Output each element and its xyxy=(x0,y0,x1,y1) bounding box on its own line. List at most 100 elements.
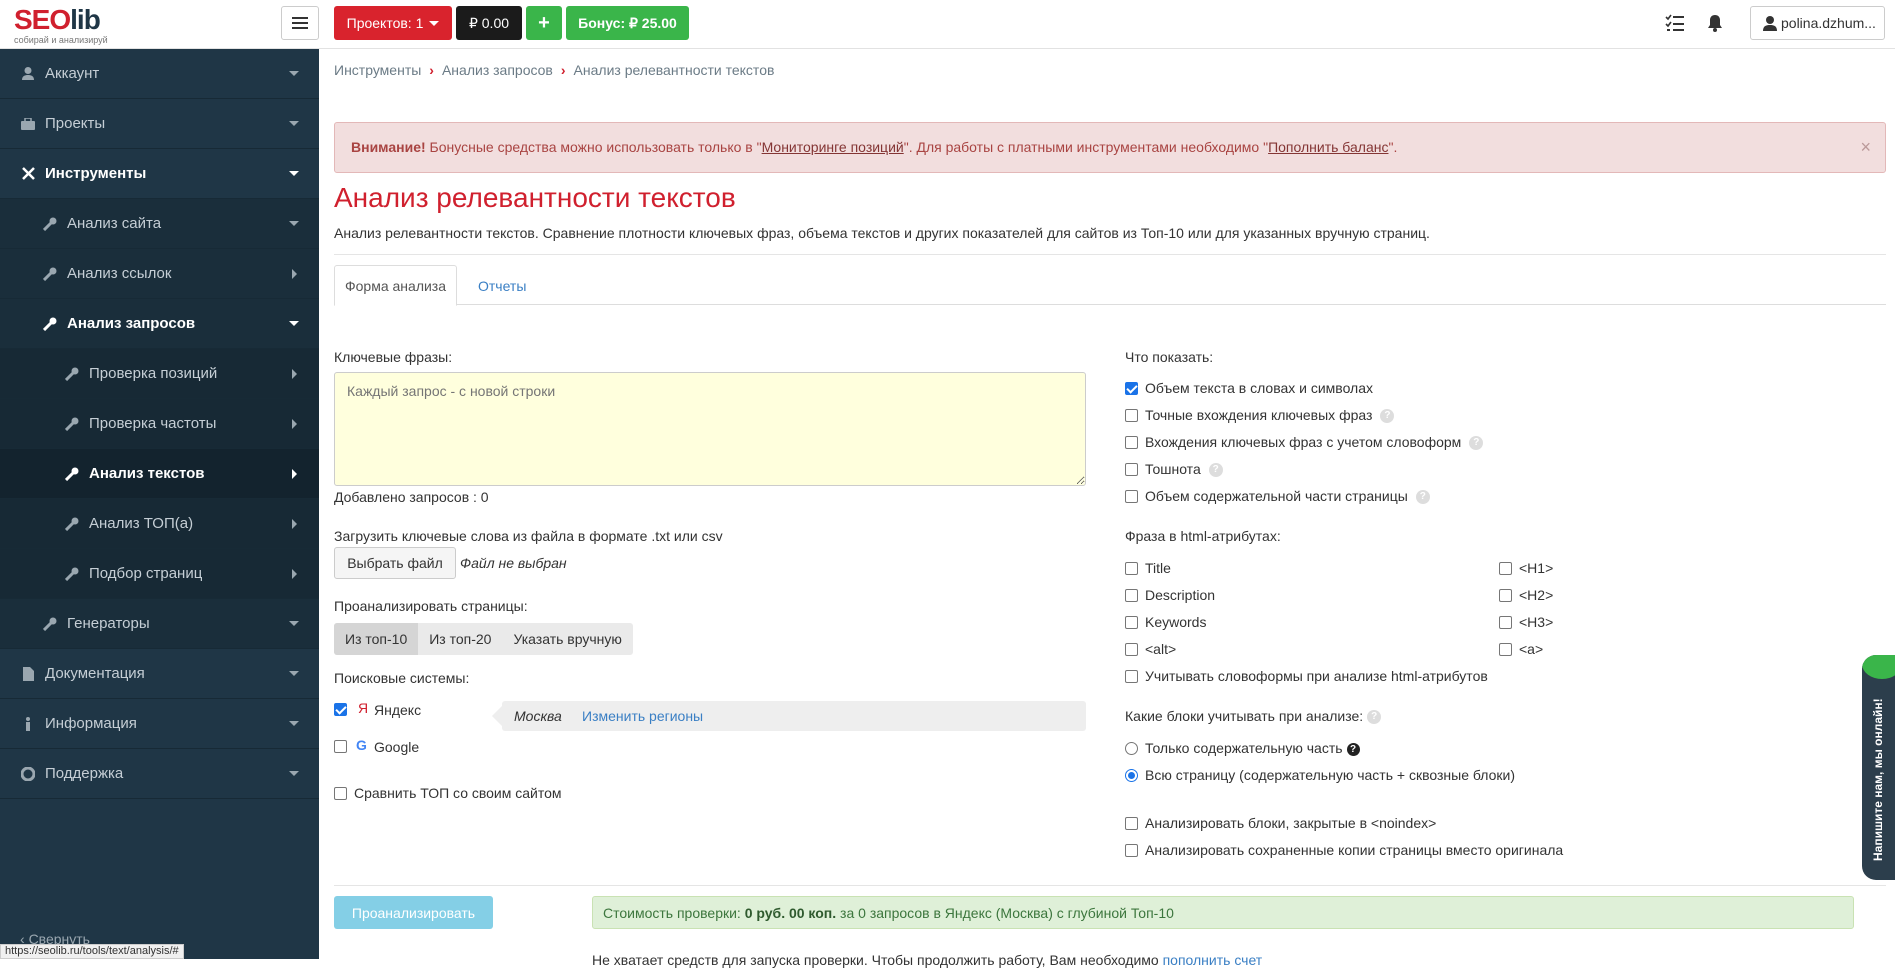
close-icon[interactable]: × xyxy=(1860,137,1871,158)
breadcrumb-query-analysis[interactable]: Анализ запросов xyxy=(442,62,553,78)
option-top-20[interactable]: Из топ-20 xyxy=(418,623,502,655)
chat-widget[interactable]: Напишите нам, мы онлайн! xyxy=(1862,655,1895,880)
content-volume-checkbox[interactable] xyxy=(1125,490,1138,503)
breadcrumb-tools[interactable]: Инструменты xyxy=(334,62,421,78)
help-icon[interactable]: ? xyxy=(1367,710,1382,725)
sidebar-item-documentation[interactable]: Документация xyxy=(0,649,319,699)
top-up-button[interactable]: + xyxy=(526,6,562,40)
compare-top-checkbox[interactable] xyxy=(334,787,347,800)
sidebar-item-frequency-check[interactable]: Проверка частоты xyxy=(0,399,319,449)
description-checkbox[interactable] xyxy=(1125,589,1138,602)
breadcrumb-current: Анализ релевантности текстов xyxy=(573,62,775,78)
alert-text-2: ". Для работы с платными инструментами н… xyxy=(903,139,1269,155)
menu-toggle-button[interactable] xyxy=(281,6,319,40)
sidebar-item-label: Анализ сайта xyxy=(67,215,162,232)
sidebar-item-site-analysis[interactable]: Анализ сайта xyxy=(0,199,319,249)
sidebar-item-generators[interactable]: Генераторы xyxy=(0,599,319,649)
chevron-right-icon xyxy=(292,519,297,529)
sidebar-item-query-analysis[interactable]: Анализ запросов xyxy=(0,299,319,349)
sidebar-item-label: Анализ ТОП(а) xyxy=(89,515,194,532)
tasks-icon[interactable] xyxy=(1664,12,1686,34)
whole-page-radio[interactable] xyxy=(1125,769,1138,782)
bell-icon[interactable] xyxy=(1704,12,1726,34)
sidebar-item-page-selection[interactable]: Подбор страниц xyxy=(0,549,319,599)
help-icon[interactable]: ? xyxy=(1415,490,1430,505)
projects-label: Проектов: 1 xyxy=(346,15,424,31)
insufficient-funds-label: Не хватает средств для запуска проверки.… xyxy=(592,952,1163,968)
chevron-right-icon xyxy=(292,419,297,429)
chevron-down-icon xyxy=(289,221,299,226)
text-volume-checkbox[interactable] xyxy=(1125,382,1138,395)
yandex-label: Яндекс xyxy=(374,702,422,718)
alt-checkbox[interactable] xyxy=(1125,643,1138,656)
top-up-balance-link[interactable]: Пополнить баланс xyxy=(1268,139,1388,155)
logo-slogan: собирай и анализируй xyxy=(14,35,108,45)
projects-dropdown-button[interactable]: Проектов: 1 xyxy=(334,6,452,40)
google-checkbox[interactable] xyxy=(334,740,347,753)
no-file-text: Файл не выбран xyxy=(460,555,567,571)
sidebar-item-text-analysis[interactable]: Анализ текстов xyxy=(0,449,319,499)
wordform-occurrences-checkbox[interactable] xyxy=(1125,436,1138,449)
monitoring-link[interactable]: Мониторинге позиций xyxy=(762,139,904,155)
keywords-checkbox[interactable] xyxy=(1125,616,1138,629)
google-label: Google xyxy=(374,739,420,755)
title-checkbox[interactable] xyxy=(1125,562,1138,575)
bonus-button[interactable]: Бонус: ₽ 25.00 xyxy=(566,6,689,40)
online-indicator xyxy=(1862,655,1895,679)
chevron-down-icon xyxy=(429,20,440,26)
page-description: Анализ релевантности текстов. Сравнение … xyxy=(334,225,1430,241)
tab-analysis-form[interactable]: Форма анализа xyxy=(334,265,458,306)
alert-text-3: ". xyxy=(1388,139,1398,155)
user-icon xyxy=(1763,15,1777,31)
nausea-checkbox[interactable] xyxy=(1125,463,1138,476)
sidebar-item-support[interactable]: Поддержка xyxy=(0,749,319,799)
help-icon[interactable]: ? xyxy=(1208,463,1223,478)
region-city: Москва xyxy=(514,708,562,724)
top-up-account-link[interactable]: пополнить счет xyxy=(1163,952,1263,968)
sidebar-item-label: Проверка позиций xyxy=(89,365,218,382)
cached-copies-checkbox[interactable] xyxy=(1125,844,1138,857)
h2-checkbox[interactable] xyxy=(1499,589,1512,602)
sidebar-item-information[interactable]: Информация xyxy=(0,699,319,749)
tab-reports[interactable]: Отчеты xyxy=(468,265,536,306)
balance-button[interactable]: ₽ 0.00 xyxy=(456,6,522,40)
chevron-down-icon xyxy=(289,171,299,176)
change-regions-link[interactable]: Изменить регионы xyxy=(582,708,703,724)
sidebar-item-label: Анализ запросов xyxy=(67,315,196,332)
h3-checkbox[interactable] xyxy=(1499,616,1512,629)
help-icon[interactable]: ? xyxy=(1380,409,1395,424)
noindex-checkbox[interactable] xyxy=(1125,817,1138,830)
divider xyxy=(334,254,1886,255)
content-only-radio[interactable] xyxy=(1125,742,1138,755)
option-manual[interactable]: Указать вручную xyxy=(502,623,632,655)
yandex-icon: Я xyxy=(358,700,369,716)
sidebar: Аккаунт Проекты Инструменты Анализ сайта… xyxy=(0,49,319,959)
a-checkbox[interactable] xyxy=(1499,643,1512,656)
help-icon[interactable]: ? xyxy=(1469,436,1484,451)
yandex-checkbox[interactable] xyxy=(334,703,347,716)
alt-label: <alt> xyxy=(1145,641,1177,657)
exact-occurrences-checkbox[interactable] xyxy=(1125,409,1138,422)
question-icon[interactable]: ? xyxy=(1346,742,1360,756)
keywords-label: Ключевые фразы: xyxy=(334,349,453,365)
sidebar-item-projects[interactable]: Проекты xyxy=(0,99,319,149)
analyze-button[interactable]: Проанализировать xyxy=(334,896,493,929)
logo[interactable]: SEOlib собирай и анализируй xyxy=(14,6,124,46)
sidebar-item-link-analysis[interactable]: Анализ ссылок xyxy=(0,249,319,299)
h1-checkbox[interactable] xyxy=(1499,562,1512,575)
sidebar-item-tools[interactable]: Инструменты xyxy=(0,149,319,199)
wordforms-checkbox[interactable] xyxy=(1125,670,1138,683)
choose-file-button[interactable]: Выбрать файл xyxy=(334,547,456,579)
description-label: Description xyxy=(1145,587,1216,603)
sidebar-item-top-analysis[interactable]: Анализ ТОП(а) xyxy=(0,499,319,549)
option-top-10[interactable]: Из топ-10 xyxy=(334,623,419,655)
user-menu-button[interactable]: polina.dzhum... xyxy=(1750,6,1885,40)
sidebar-item-position-check[interactable]: Проверка позиций xyxy=(0,349,319,399)
keywords-textarea[interactable] xyxy=(334,372,1086,486)
cost-value: 0 руб. 00 коп. xyxy=(744,905,837,921)
html-attributes-label: Фраза в html-атрибутах: xyxy=(1125,528,1281,544)
wrench-icon xyxy=(64,366,80,382)
sidebar-item-account[interactable]: Аккаунт xyxy=(0,49,319,99)
logo-lib: lib xyxy=(70,4,101,35)
wrench-icon xyxy=(64,416,80,432)
